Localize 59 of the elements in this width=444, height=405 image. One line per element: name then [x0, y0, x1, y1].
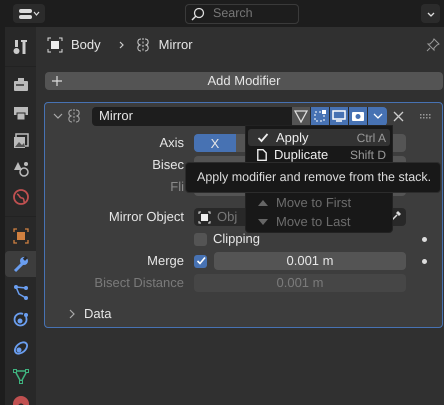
checkbox[interactable] [194, 254, 207, 268]
name-field[interactable]: Mirror [92, 106, 292, 126]
chevron-down-icon [372, 111, 382, 121]
subpanel-header[interactable]: Data [84, 304, 112, 324]
nodes-icon [12, 283, 30, 301]
wrench-icon [12, 255, 30, 273]
toggle-button[interactable] [349, 106, 368, 126]
axis-toggle[interactable]: X [194, 134, 236, 152]
pin-icon[interactable] [425, 37, 441, 53]
mirror-icon [134, 37, 151, 53]
number-field[interactable]: 0.001 m [214, 252, 406, 270]
object-icon [47, 37, 63, 53]
object-icon [198, 210, 211, 224]
add-modifier-button[interactable]: Add Modifier [45, 72, 443, 90]
image-stack-icon [12, 132, 30, 150]
document-icon [257, 148, 267, 160]
toggle-button[interactable] [330, 106, 349, 126]
chevron-right-icon[interactable] [68, 309, 76, 319]
scene-icon [12, 160, 30, 178]
printer-icon [12, 104, 30, 122]
dropdown-button[interactable] [421, 4, 440, 23]
search-icon [191, 6, 205, 20]
tooltip: Apply modifier and remove from the stack. [185, 162, 442, 193]
triangle-vertices-icon [294, 109, 308, 123]
plus-icon [52, 76, 62, 86]
field-label: Bisect Distance [94, 274, 184, 292]
check-icon [196, 256, 206, 266]
close-icon[interactable] [393, 110, 404, 122]
mirror-icon [66, 108, 82, 124]
field-placeholder: Obj [217, 208, 238, 226]
edit-mode-icon [313, 109, 327, 123]
menu-item[interactable]: Apply Ctrl A [248, 129, 390, 146]
tool-icon [12, 38, 30, 56]
field-label: Mirror Object [108, 208, 184, 226]
search-field[interactable]: Search [185, 4, 299, 24]
camera-icon [351, 109, 365, 123]
dropdown-button[interactable] [368, 106, 387, 126]
toggle-button[interactable] [292, 106, 311, 126]
field-label: Axis [159, 134, 184, 152]
monitor-icon [332, 109, 346, 123]
globe-icon [12, 188, 30, 206]
toggle-switch-icon [18, 8, 40, 20]
check-icon [257, 132, 269, 144]
chevron-down-icon[interactable] [53, 111, 63, 121]
checkbox-label[interactable]: Clipping [213, 229, 260, 249]
properties-tab[interactable] [5, 251, 36, 277]
field-label: Bisec [152, 156, 184, 174]
drag-handle-icon[interactable] [420, 113, 432, 119]
toggle-button[interactable] [311, 106, 330, 126]
menu-item[interactable]: Duplicate Shift D [248, 146, 390, 163]
field-label: Merge [147, 252, 184, 270]
editor-type-button[interactable] [13, 4, 45, 23]
orbit-icon [12, 311, 30, 329]
triangle-mesh-icon [12, 367, 30, 385]
field-label: Fli [170, 178, 184, 196]
square-icon [12, 227, 30, 245]
breadcrumb-item[interactable]: Body [71, 35, 101, 55]
search-input[interactable]: Search [213, 4, 283, 23]
breadcrumb-item[interactable]: Mirror [158, 35, 193, 55]
